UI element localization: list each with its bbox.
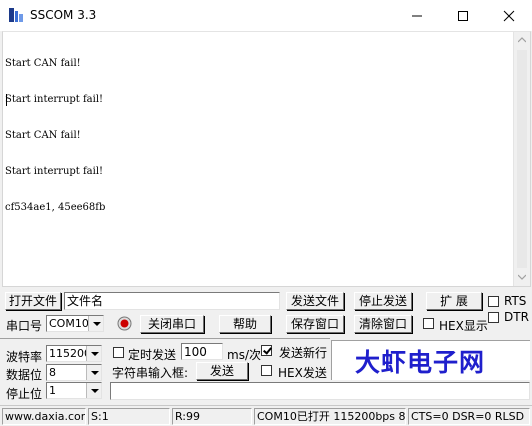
hex-display-label: HEX显示 [439,319,488,333]
rts-checkbox[interactable] [488,296,499,307]
timed-send-label: 定时发送 [128,348,177,362]
maximize-button[interactable] [440,0,486,31]
app-icon [8,7,24,23]
chevron-down-icon[interactable] [86,365,101,380]
divider [0,338,330,339]
send-input[interactable] [110,382,530,400]
minimize-icon [412,15,422,17]
hex-send-label: HEX发送 [278,366,327,380]
stopbits-select-value: 1 [49,384,56,397]
terminal-line: Start interrupt fail! [5,94,104,105]
timed-send-checkbox[interactable] [113,347,124,358]
stop-send-button[interactable]: 停止发送 [354,292,412,310]
port-select-value: COM10 [49,317,89,330]
baud-select[interactable]: 115200 [46,345,102,362]
logo-text: 大虾电子网 [355,348,486,377]
send-file-button[interactable]: 发送文件 [286,292,344,310]
open-file-button[interactable]: 打开文件 [5,292,61,310]
interval-unit-label: ms/次 [227,348,261,362]
dtr-checkbox[interactable] [488,312,499,323]
databits-label: 数据位 [6,368,43,382]
chevron-down-icon[interactable] [88,316,103,331]
close-icon [503,10,515,22]
record-icon [117,316,132,334]
logo-panel: 大虾电子网 [331,340,530,380]
baud-select-value: 115200 [49,347,91,360]
scroll-down-icon [518,274,526,280]
window-title: SSCOM 3.3 [30,8,97,22]
status-bar: www.daxia.com S:1 R:99 COM10已打开 115200bp… [0,405,532,426]
send-button[interactable]: 发送 [196,362,248,380]
terminal-text: Start CAN fail! Start interrupt fail! St… [5,34,105,238]
dtr-label: DTR [504,310,529,324]
databits-select[interactable]: 8 [46,364,102,381]
vertical-scrollbar[interactable] [513,32,530,286]
sent-count: S:1 [88,408,170,425]
receive-terminal[interactable]: Start CAN fail! Start interrupt fail! St… [2,31,531,287]
maximize-icon [458,11,468,21]
save-window-button[interactable]: 保存窗口 [286,315,344,333]
terminal-line: Start CAN fail! [5,58,81,69]
filename-field[interactable]: 文件名 [64,292,280,310]
terminal-line: cf534ae1, 45ee68fb [5,202,106,213]
string-input-label: 字符串输入框: [112,366,189,380]
text-caret [6,94,7,106]
port-select[interactable]: COM10 [46,315,104,332]
website-status: www.daxia.com [2,408,86,425]
stopbits-label: 停止位 [6,387,43,401]
databits-select-value: 8 [49,366,56,379]
chevron-down-icon[interactable] [86,383,101,398]
close-button[interactable] [486,0,532,31]
line-status: CTS=0 DSR=0 RLSD [408,408,530,425]
help-button[interactable]: 帮助 [219,315,271,333]
hex-display-checkbox[interactable] [423,318,434,329]
terminal-line: Start CAN fail! [5,130,81,141]
chevron-down-icon[interactable] [86,346,101,361]
rts-label: RTS [504,294,527,308]
port-status: COM10已打开 115200bps 8 [254,408,406,425]
hex-send-checkbox[interactable] [261,365,272,376]
interval-field[interactable]: 100 [181,343,223,360]
terminal-line: Start interrupt fail! [5,166,104,177]
scroll-up-icon [518,37,526,43]
received-count: R:99 [172,408,252,425]
minimize-button[interactable] [394,0,440,31]
stopbits-select[interactable]: 1 [46,382,102,399]
expand-button[interactable]: 扩 展 [426,292,482,310]
scrollbar-track[interactable] [517,50,527,268]
send-newline-label: 发送新行 [279,346,328,360]
port-label: 串口号 [6,319,43,333]
baud-label: 波特率 [6,350,43,364]
title-bar: SSCOM 3.3 [0,0,532,31]
clear-window-button[interactable]: 清除窗口 [354,315,412,333]
close-port-button[interactable]: 关闭串口 [140,315,204,333]
send-newline-checkbox[interactable] [261,345,272,356]
